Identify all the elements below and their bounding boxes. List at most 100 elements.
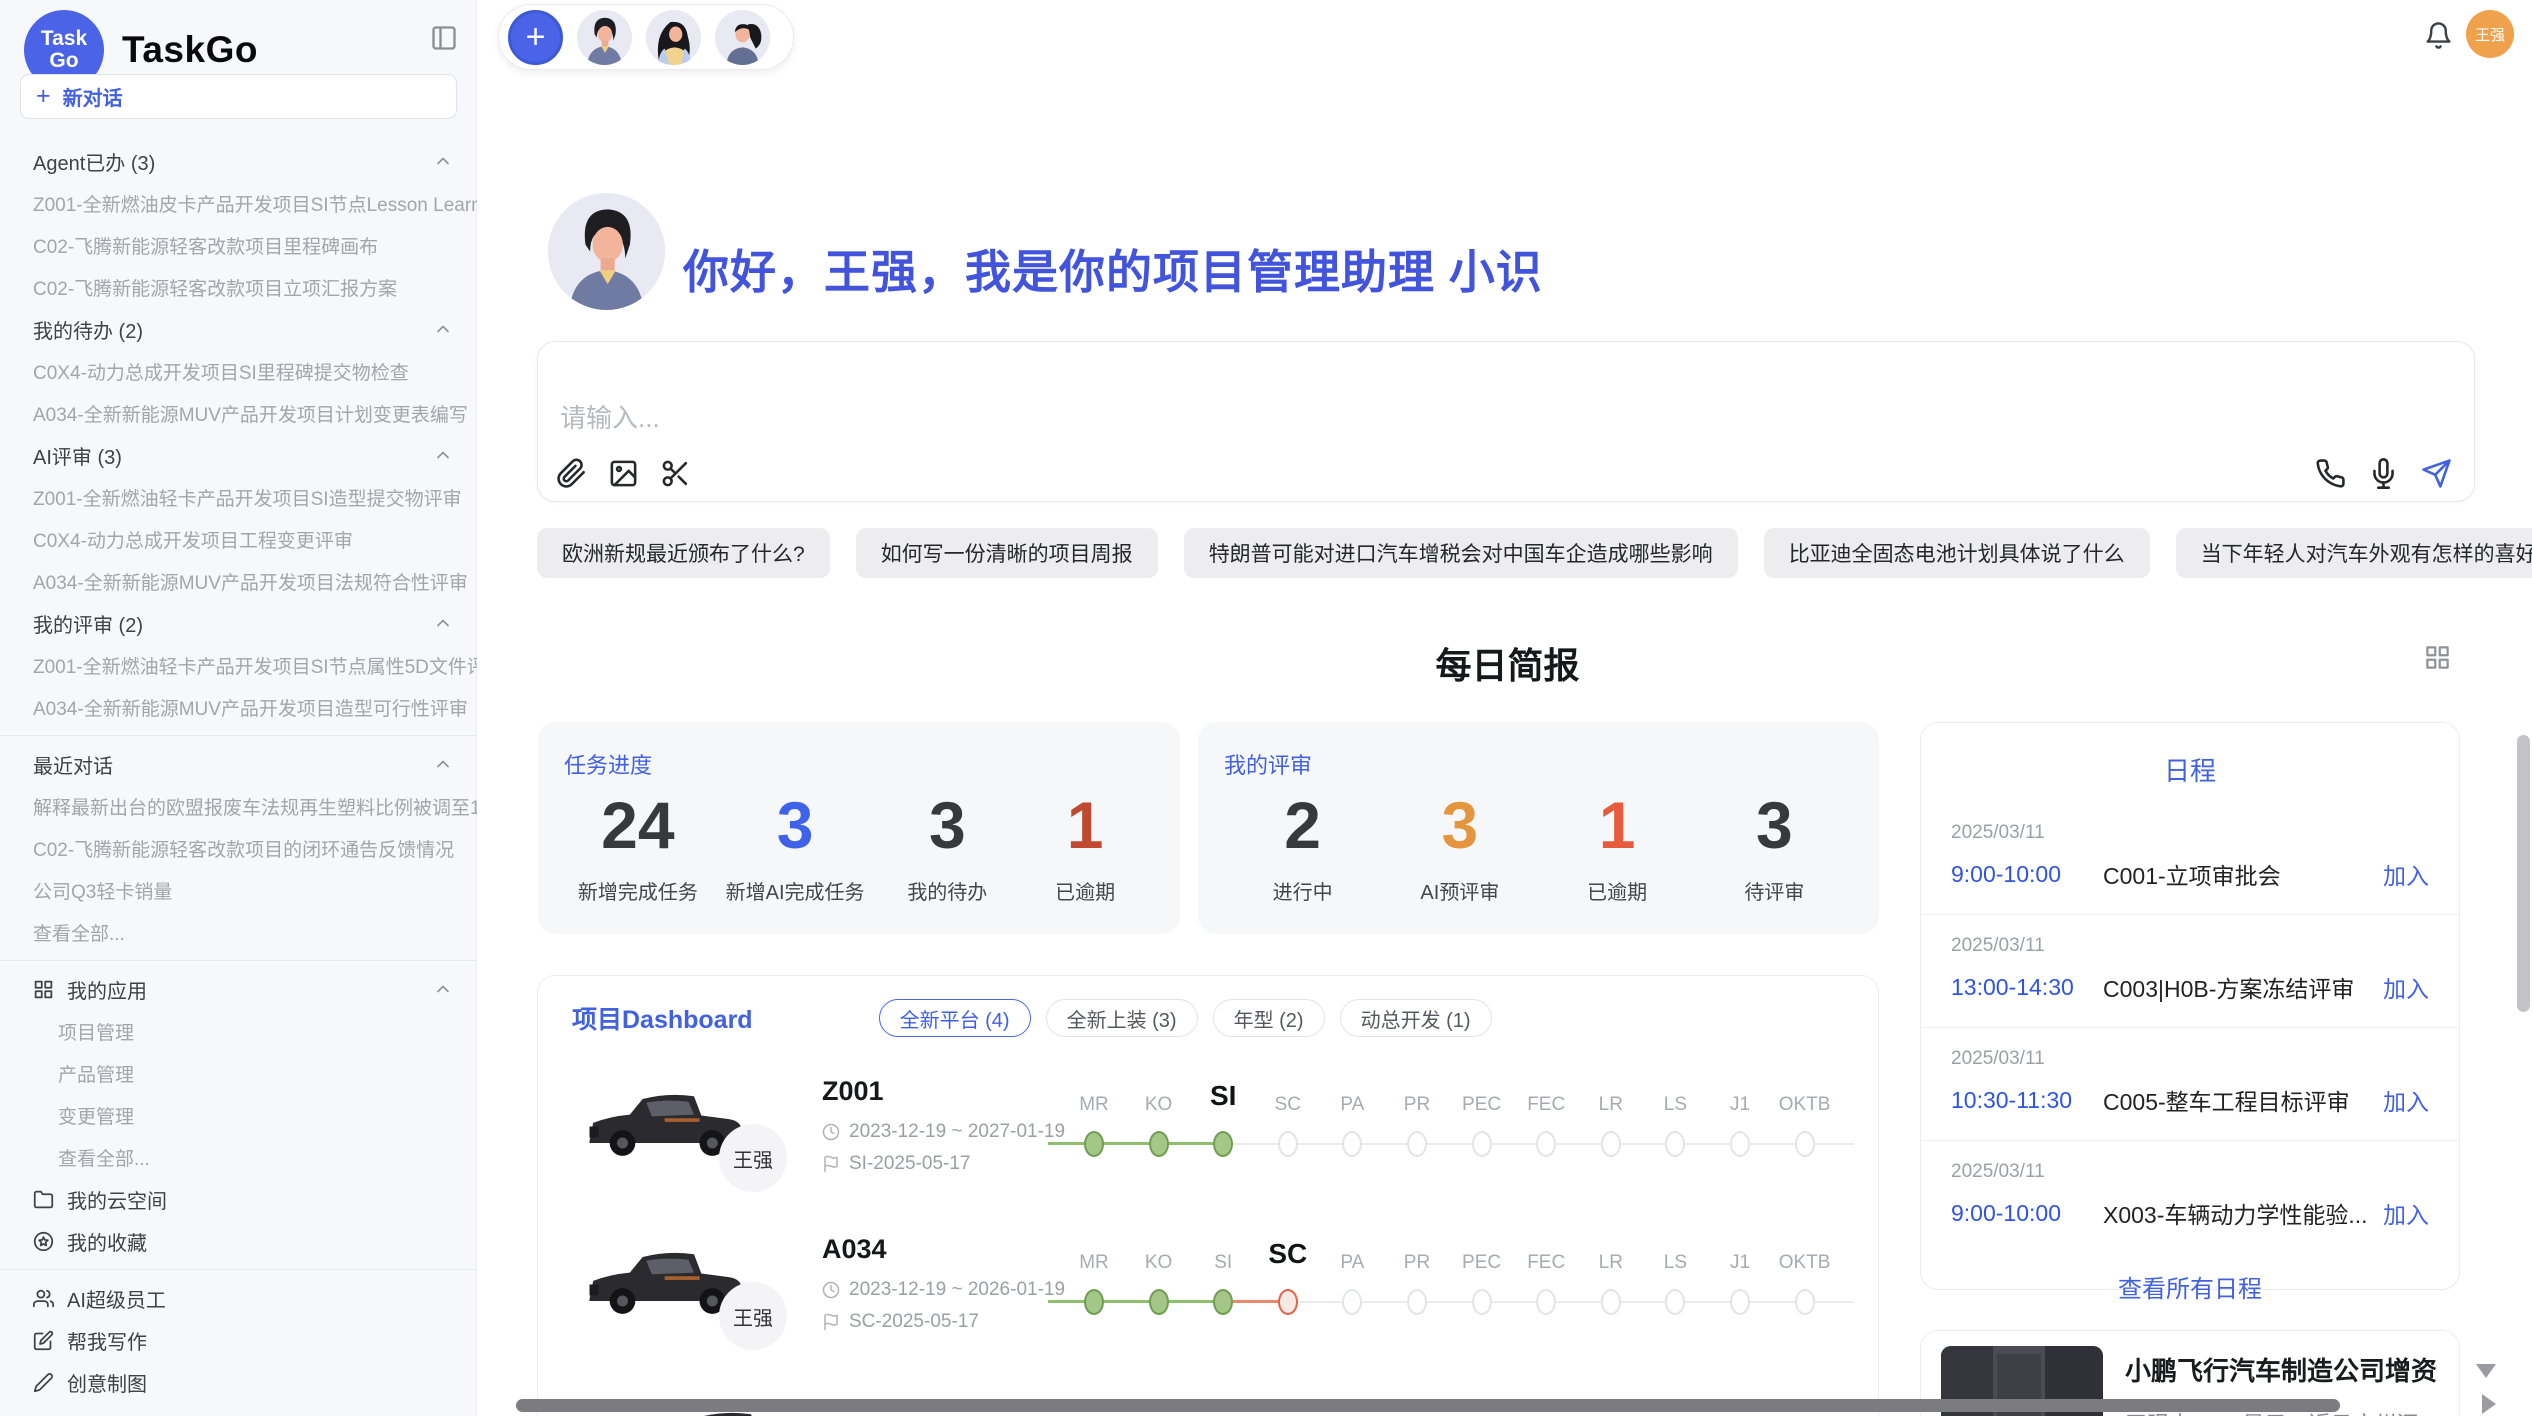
milestone-timeline: MRKOSISCPAPRPECFECLRLSJ1OKTB <box>1048 1219 1860 1377</box>
sidebar-item-cloud[interactable]: 我的云空间 <box>0 1178 477 1220</box>
stat-value: 24 <box>578 788 698 864</box>
milestone-dot <box>1278 1289 1298 1315</box>
milestone-dot <box>1795 1289 1815 1315</box>
sidebar-section-header[interactable]: 我的评审 (2) <box>0 602 477 644</box>
recent-chat-item[interactable]: 解释最新出台的欧盟报废车法规再生塑料比例被调至15%... <box>0 785 477 827</box>
member-avatar[interactable] <box>715 10 770 65</box>
sidebar-item-write-helper[interactable]: 帮我写作 <box>0 1319 477 1361</box>
sidebar-section-header[interactable]: 我的待办 (2) <box>0 308 477 350</box>
layout-grid-icon[interactable] <box>2424 644 2451 671</box>
milestone-label: OKTB <box>1779 1094 1831 1116</box>
view-all-link[interactable]: 查看全部... <box>0 1136 477 1178</box>
milestone-label: PR <box>1404 1094 1430 1116</box>
schedule-item[interactable]: 2025/03/119:00-10:00C001-立项审批会加入 <box>1921 802 2459 915</box>
schedule-date: 2025/03/11 <box>1951 935 2429 957</box>
mic-icon[interactable] <box>2368 458 2399 489</box>
flag-icon <box>822 1313 840 1331</box>
app-item[interactable]: 变更管理 <box>0 1094 477 1136</box>
schedule-items: 2025/03/119:00-10:00C001-立项审批会加入2025/03/… <box>1921 802 2459 1253</box>
join-link[interactable]: 加入 <box>2383 1196 2429 1230</box>
suggestion-chip[interactable]: 如何写一份清晰的项目周报 <box>856 528 1158 578</box>
chevron-up-icon <box>433 979 453 999</box>
schedule-row: 10:30-11:30C005-整车工程目标评审加入 <box>1951 1083 2429 1117</box>
scroll-right-arrow-icon[interactable] <box>2482 1394 2496 1414</box>
vertical-scrollbar-thumb[interactable] <box>2517 735 2530 1012</box>
project-row[interactable]: 王强Z0012023-12-19 ~ 2027-01-19SI-2025-05-… <box>538 1061 1878 1219</box>
project-dashboard-card: 项目Dashboard 全新平台 (4)全新上装 (3)年型 (2)动总开发 (… <box>537 975 1879 1416</box>
dashboard-filter[interactable]: 全新上装 (3) <box>1046 999 1198 1037</box>
composer-left-icons <box>556 458 691 489</box>
section-title: Agent已办 (3) <box>33 147 155 176</box>
sidebar-item[interactable]: C02-飞腾新能源轻客改款项目立项汇报方案 <box>0 266 477 308</box>
schedule-item[interactable]: 2025/03/1110:30-11:30C005-整车工程目标评审加入 <box>1921 1028 2459 1141</box>
user-avatar[interactable]: 王强 <box>2466 10 2514 58</box>
suggestion-chip[interactable]: 比亚迪全固态电池计划具体说了什么 <box>1764 528 2150 578</box>
sidebar-item[interactable]: Z001-全新燃油轻卡产品开发项目SI造型提交物评审 <box>0 476 477 518</box>
scroll-down-arrow-icon[interactable] <box>2476 1364 2496 1378</box>
schedule-item[interactable]: 2025/03/1113:00-14:30C003|H0B-方案冻结评审加入 <box>1921 915 2459 1028</box>
recent-chat-item[interactable]: C02-飞腾新能源轻客改款项目的闭环通告反馈情况 <box>0 827 477 869</box>
sidebar-item-ai-staff[interactable]: AI超级员工 <box>0 1277 477 1319</box>
suggestion-chip[interactable]: 当下年轻人对汽车外观有怎样的喜好趋势 <box>2176 528 2532 578</box>
sidebar-item-favorites[interactable]: 我的收藏 <box>0 1220 477 1262</box>
stat: 3新增AI完成任务 <box>726 788 865 905</box>
sidebar-item[interactable]: C0X4-动力总成开发项目工程变更评审 <box>0 518 477 560</box>
clock-icon <box>822 1281 840 1299</box>
sidebar-item[interactable]: C02-飞腾新能源轻客改款项目里程碑画布 <box>0 224 477 266</box>
app-title: TaskGo <box>122 29 258 71</box>
dashboard-filter[interactable]: 年型 (2) <box>1213 999 1325 1037</box>
sidebar-item[interactable]: A034-全新新能源MUV产品开发项目造型可行性评审 <box>0 686 477 728</box>
sidebar-section-header[interactable]: 最近对话 <box>0 743 477 785</box>
phone-icon[interactable] <box>2315 458 2346 489</box>
app-item[interactable]: 产品管理 <box>0 1052 477 1094</box>
timeline-progress <box>1048 1300 1223 1303</box>
project-dates: 2023-12-19 ~ 2027-01-19 <box>822 1121 1065 1143</box>
label: 创意制图 <box>67 1368 147 1397</box>
milestone-dot <box>1730 1289 1750 1315</box>
recent-chat-item[interactable]: 公司Q3轻卡销量 <box>0 869 477 911</box>
member-avatar[interactable] <box>577 10 632 65</box>
chat-input[interactable]: 请输入... <box>537 341 2475 502</box>
suggestion-chip[interactable]: 欧洲新规最近颁布了什么? <box>537 528 830 578</box>
project-row[interactable]: 王强A0342023-12-19 ~ 2026-01-19SC-2025-05-… <box>538 1219 1878 1377</box>
greeting-text: 你好，王强，我是你的项目管理助理 小识 <box>683 236 1543 302</box>
sidebar-item[interactable]: Z001-全新燃油轻卡产品开发项目SI节点属性5D文件评审 <box>0 644 477 686</box>
milestone-label: J1 <box>1730 1094 1750 1116</box>
member-avatar[interactable] <box>646 10 701 65</box>
horizontal-scrollbar-thumb[interactable] <box>516 1399 2340 1412</box>
sidebar-section-header[interactable]: Agent已办 (3) <box>0 140 477 182</box>
app-item[interactable]: 项目管理 <box>0 1010 477 1052</box>
image-icon[interactable] <box>608 458 639 489</box>
milestone-dot <box>1407 1131 1427 1157</box>
scissors-icon[interactable] <box>660 458 691 489</box>
add-member-button[interactable]: + <box>508 10 563 65</box>
view-all-schedule-link[interactable]: 查看所有日程 <box>1921 1269 2459 1304</box>
dashboard-filter[interactable]: 动总开发 (1) <box>1340 999 1492 1037</box>
milestone-label: PEC <box>1462 1094 1501 1116</box>
new-chat-button[interactable]: + 新对话 <box>20 74 457 119</box>
join-link[interactable]: 加入 <box>2383 970 2429 1004</box>
milestone-label: FEC <box>1527 1252 1565 1274</box>
milestone-label: PA <box>1340 1252 1364 1274</box>
dashboard-filter[interactable]: 全新平台 (4) <box>879 999 1031 1037</box>
section-title: 我的待办 (2) <box>33 315 143 344</box>
attachment-icon[interactable] <box>556 458 587 489</box>
sidebar-item[interactable]: A034-全新新能源MUV产品开发项目法规符合性评审 <box>0 560 477 602</box>
sidebar-item[interactable]: Z001-全新燃油皮卡产品开发项目SI节点Lesson Learn报告 <box>0 182 477 224</box>
schedule-item[interactable]: 2025/03/119:00-10:00X003-车辆动力学性能验...加入 <box>1921 1141 2459 1253</box>
sidebar-section-header[interactable]: AI评审 (3) <box>0 434 477 476</box>
view-all-link[interactable]: 查看全部... <box>0 911 477 953</box>
dates-text: 2023-12-19 ~ 2027-01-19 <box>849 1121 1065 1143</box>
plus-icon: + <box>36 84 51 109</box>
sidebar-collapse-icon[interactable] <box>430 24 458 52</box>
schedule-event-title: X003-车辆动力学性能验... <box>2103 1196 2383 1230</box>
sidebar-item[interactable]: A034-全新新能源MUV产品开发项目计划变更表编写 <box>0 392 477 434</box>
sidebar-item-creative-draw[interactable]: 创意制图 <box>0 1361 477 1403</box>
bell-icon[interactable] <box>2424 21 2453 50</box>
send-icon[interactable] <box>2421 458 2452 489</box>
join-link[interactable]: 加入 <box>2383 1083 2429 1117</box>
suggestion-chip[interactable]: 特朗普可能对进口汽车增税会对中国车企造成哪些影响 <box>1184 528 1738 578</box>
join-link[interactable]: 加入 <box>2383 857 2429 891</box>
sidebar-section-header[interactable]: 我的应用 <box>0 968 477 1010</box>
sidebar-item[interactable]: C0X4-动力总成开发项目SI里程碑提交物检查 <box>0 350 477 392</box>
